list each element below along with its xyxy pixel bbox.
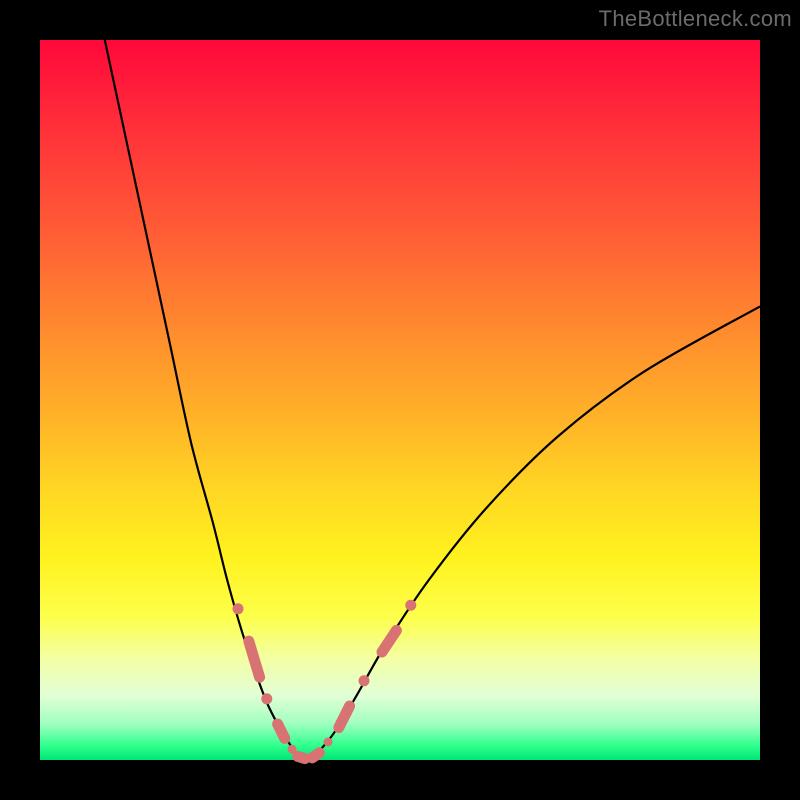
curve-right-branch [310, 306, 760, 760]
watermark-text: TheBottleneck.com [599, 6, 792, 32]
marker-segment [298, 756, 305, 758]
marker-group [233, 600, 417, 763]
marker-dot [233, 603, 244, 614]
marker-dot [359, 675, 370, 686]
marker-dot [405, 600, 416, 611]
marker-dot [324, 738, 333, 747]
marker-segment [382, 630, 396, 652]
marker-segment [249, 641, 260, 677]
chart-frame: TheBottleneck.com [0, 0, 800, 800]
curve-left-branch [105, 40, 303, 760]
marker-dot [261, 693, 272, 704]
plot-area [40, 40, 760, 760]
marker-segment [312, 753, 319, 758]
marker-segment [278, 724, 285, 738]
chart-svg [40, 40, 760, 760]
marker-segment [339, 706, 350, 728]
